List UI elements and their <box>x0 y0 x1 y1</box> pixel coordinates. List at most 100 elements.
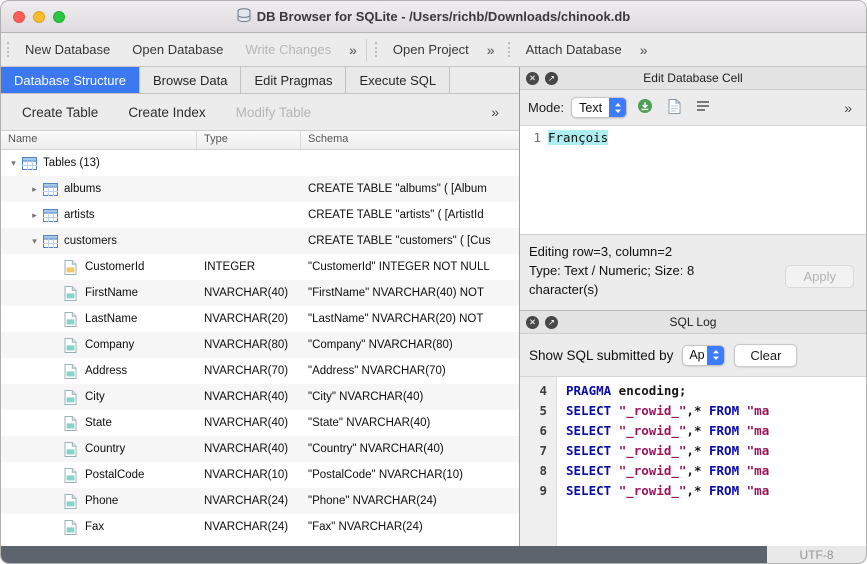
detach-panel-icon[interactable]: ↗ <box>545 316 558 329</box>
detach-panel-icon[interactable]: ↗ <box>545 72 558 85</box>
collapse-icon[interactable]: ▾ <box>26 236 43 247</box>
edit-cell-overflow-icon[interactable]: » <box>837 100 858 116</box>
editor-content[interactable]: François <box>548 126 608 234</box>
tree-row[interactable]: AddressNVARCHAR(70)"Address" NVARCHAR(70… <box>1 358 519 384</box>
tree-row[interactable]: StateNVARCHAR(40)"State" NVARCHAR(40) <box>1 410 519 436</box>
mode-label: Mode: <box>528 100 564 115</box>
open-project-button[interactable]: Open Project <box>382 38 480 61</box>
window-title-area: DB Browser for SQLite - /Users/richb/Dow… <box>1 8 866 26</box>
schema-cell: "State" NVARCHAR(40) <box>301 417 519 429</box>
create-index-button[interactable]: Create Index <box>113 101 220 124</box>
tree-row[interactable]: CityNVARCHAR(40)"City" NVARCHAR(40) <box>1 384 519 410</box>
clear-log-button[interactable]: Clear <box>734 344 797 367</box>
tree-item-label: LastName <box>85 313 137 325</box>
cell-info: Editing row=3, column=2 Type: Text / Num… <box>520 235 866 311</box>
type-cell: NVARCHAR(80) <box>197 339 301 351</box>
tree-row[interactable]: FirstNameNVARCHAR(40)"FirstName" NVARCHA… <box>1 280 519 306</box>
expand-icon[interactable]: ▸ <box>26 210 43 221</box>
tree-row[interactable]: ▾customers CREATE TABLE "customers" ( [Cu… <box>1 228 519 254</box>
tab-edit-pragmas[interactable]: Edit Pragmas <box>241 67 346 93</box>
type-cell: NVARCHAR(40) <box>197 443 301 455</box>
field-icon <box>64 364 82 379</box>
create-table-button[interactable]: Create Table <box>7 101 113 124</box>
toolbar-overflow-icon[interactable]: » <box>480 42 502 58</box>
schema-cell: "LastName" NVARCHAR(20) NOT <box>301 313 519 325</box>
field-icon <box>64 286 82 301</box>
toolbar-drag-handle <box>375 42 379 57</box>
tree-row[interactable]: ▸artistsCREATE TABLE "artists" ( [Artist… <box>1 202 519 228</box>
sql-source-select[interactable]: Ap <box>682 345 725 366</box>
attach-database-button[interactable]: Attach Database <box>515 38 633 61</box>
title-bar: DB Browser for SQLite - /Users/richb/Dow… <box>1 1 866 33</box>
close-panel-icon[interactable]: ✕ <box>526 72 539 85</box>
sql-log-line: 6SELECT "_rowid_",* FROM "ma <box>520 421 866 441</box>
tree-row[interactable]: ▾ Tables (13) <box>1 150 519 176</box>
tree-item-label: Tables (13) <box>43 157 100 169</box>
tree-row[interactable]: PostalCodeNVARCHAR(10)"PostalCode" NVARC… <box>1 462 519 488</box>
tree-name-cell: Fax <box>1 514 197 540</box>
cell-editor[interactable]: 1 François <box>520 125 866 235</box>
column-header-schema[interactable]: Schema <box>301 131 519 149</box>
write-changes-button: Write Changes <box>234 38 342 61</box>
tree-item-label: Fax <box>85 521 104 533</box>
field-icon <box>64 338 82 353</box>
tree-row[interactable]: LastNameNVARCHAR(20)"LastName" NVARCHAR(… <box>1 306 519 332</box>
field-icon <box>64 416 82 431</box>
structure-overflow-icon[interactable]: » <box>484 104 513 120</box>
sql-log-line: 7SELECT "_rowid_",* FROM "ma <box>520 441 866 461</box>
tree-item-label: State <box>85 417 112 429</box>
sql-source-value: Ap <box>683 348 707 362</box>
sql-log-line: 8SELECT "_rowid_",* FROM "ma <box>520 461 866 481</box>
log-line-number: 4 <box>520 381 556 401</box>
column-header-type[interactable]: Type <box>197 131 301 149</box>
tab-browse-data[interactable]: Browse Data <box>140 67 241 93</box>
tab-label: Database Structure <box>14 73 126 88</box>
close-panel-icon[interactable]: ✕ <box>526 316 539 329</box>
close-window-button[interactable] <box>13 11 25 23</box>
tree-row[interactable]: ▸albumsCREATE TABLE "albums" ( [Album <box>1 176 519 202</box>
chevron-updown-icon <box>609 97 626 118</box>
tree-row[interactable]: CompanyNVARCHAR(80)"Company" NVARCHAR(80… <box>1 332 519 358</box>
table-icon <box>43 209 61 222</box>
tab-execute-sql[interactable]: Execute SQL <box>346 67 450 93</box>
edit-cell-header: ✕ ↗ Edit Database Cell <box>520 67 866 90</box>
mode-select-value: Text <box>572 101 609 115</box>
tree-header: Name Type Schema <box>1 131 519 150</box>
schema-cell: CREATE TABLE "customers" ( [Cus <box>301 235 519 247</box>
tree-row[interactable]: FaxNVARCHAR(24)"Fax" NVARCHAR(24) <box>1 514 519 540</box>
tree-name-cell: ▾customers <box>1 228 197 254</box>
encoding-value: UTF-8 <box>800 548 834 562</box>
minimize-window-button[interactable] <box>33 11 45 23</box>
schema-cell: "Address" NVARCHAR(70) <box>301 365 519 377</box>
tree-row[interactable]: CountryNVARCHAR(40)"Country" NVARCHAR(40… <box>1 436 519 462</box>
sql-log-view[interactable]: 4PRAGMA encoding;5SELECT "_rowid_",* FRO… <box>520 376 866 546</box>
tree-row[interactable]: CustomerIdINTEGER"CustomerId" INTEGER NO… <box>1 254 519 280</box>
collapse-icon[interactable]: ▾ <box>5 158 22 169</box>
expand-icon[interactable]: ▸ <box>26 184 43 195</box>
mode-select[interactable]: Text <box>571 97 627 118</box>
export-button[interactable] <box>663 97 685 119</box>
tree-item-label: Company <box>85 339 134 351</box>
column-header-name[interactable]: Name <box>1 131 197 149</box>
toolbar-separator <box>366 39 367 61</box>
encoding-selector[interactable]: UTF-8 <box>767 546 866 563</box>
open-database-button[interactable]: Open Database <box>121 38 234 61</box>
tree-item-label: CustomerId <box>85 261 144 273</box>
panel-title: Edit Database Cell <box>520 71 866 85</box>
new-database-button[interactable]: New Database <box>14 38 121 61</box>
type-cell: NVARCHAR(70) <box>197 365 301 377</box>
type-cell: NVARCHAR(10) <box>197 469 301 481</box>
toolbar-overflow-icon[interactable]: » <box>342 42 364 58</box>
status-bar: UTF-8 <box>1 546 866 563</box>
import-button[interactable] <box>634 97 656 119</box>
table-icon <box>22 157 40 170</box>
tree-row[interactable]: PhoneNVARCHAR(24)"Phone" NVARCHAR(24) <box>1 488 519 514</box>
tab-database-structure[interactable]: Database Structure <box>1 67 140 93</box>
zoom-window-button[interactable] <box>53 11 65 23</box>
tree-name-cell: City <box>1 384 197 410</box>
word-wrap-button[interactable] <box>692 97 714 119</box>
toolbar-overflow-icon[interactable]: » <box>633 42 655 58</box>
sql-log-header: ✕ ↗ SQL Log <box>520 311 866 334</box>
edit-cell-toolbar: Mode: Text » <box>520 90 866 125</box>
toolbar-drag-handle <box>7 42 11 57</box>
